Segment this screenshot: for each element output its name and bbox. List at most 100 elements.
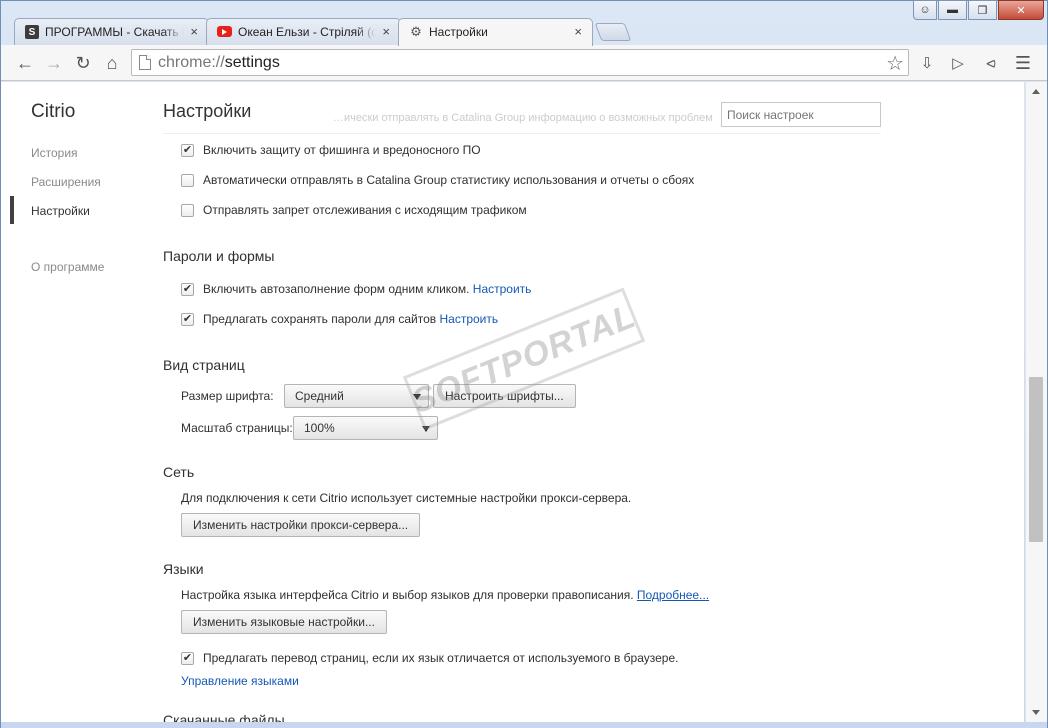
zoom-select[interactable]: 100% bbox=[293, 416, 438, 440]
font-size-select[interactable]: Средний bbox=[284, 384, 429, 408]
search-input[interactable] bbox=[721, 102, 881, 127]
user-profile-button[interactable]: ☺ bbox=[913, 0, 937, 20]
checkbox-label: Включить защиту от фишинга и вредоносног… bbox=[203, 143, 481, 157]
language-settings-button[interactable]: Изменить языковые настройки... bbox=[181, 610, 387, 634]
play-icon: ▷ bbox=[952, 55, 964, 72]
customize-fonts-button[interactable]: Настроить шрифты... bbox=[433, 384, 576, 408]
window-controls: ☺ ▬ ❐ ✕ bbox=[912, 0, 1044, 20]
brand-title: Citrio bbox=[31, 101, 76, 122]
scroll-down-arrow-icon[interactable] bbox=[1032, 710, 1040, 715]
hamburger-menu-icon: ☰ bbox=[1014, 52, 1032, 73]
autofill-row[interactable]: ✔ Включить автозаполнение форм одним кли… bbox=[181, 282, 531, 296]
checkbox-checked[interactable]: ✔ bbox=[181, 651, 194, 665]
scrollbar-thumb[interactable] bbox=[1029, 377, 1043, 542]
header-divider bbox=[163, 133, 881, 134]
checkbox-label: Предлагать сохранять пароли для сайтов Н… bbox=[203, 312, 498, 326]
minimize-icon: ▬ bbox=[947, 4, 958, 16]
close-window-button[interactable]: ✕ bbox=[998, 0, 1044, 20]
maximize-button[interactable]: ❐ bbox=[968, 0, 997, 20]
address-bar[interactable]: chrome://settings ☆ bbox=[131, 49, 909, 76]
arrow-left-icon: ← bbox=[16, 52, 34, 73]
home-button[interactable]: ⌂ bbox=[101, 52, 123, 74]
autofill-label: Включить автозаполнение форм одним клико… bbox=[203, 282, 470, 296]
autofill-settings-link[interactable]: Настроить bbox=[473, 282, 532, 296]
play-button[interactable]: ▷ bbox=[947, 52, 969, 74]
tab-close-icon[interactable]: × bbox=[574, 25, 582, 39]
zoom-value: 100% bbox=[304, 421, 335, 435]
url-text: chrome://settings bbox=[158, 54, 280, 72]
section-heading-passwords: Пароли и формы bbox=[163, 248, 275, 264]
user-icon: ☺ bbox=[919, 4, 931, 16]
save-passwords-label: Предлагать сохранять пароли для сайтов bbox=[203, 312, 437, 326]
zoom-label: Масштаб страницы: bbox=[181, 421, 293, 435]
sidebar-item-about[interactable]: О программе bbox=[31, 260, 104, 274]
offer-translate-row[interactable]: ✔ Предлагать перевод страниц, если их яз… bbox=[181, 651, 679, 665]
font-size-value: Средний bbox=[295, 389, 344, 403]
checkbox-label: Отправлять запрет отслеживания с исходящ… bbox=[203, 203, 527, 217]
settings-main: …ически отправлять в Catalina Group инфо… bbox=[163, 82, 1023, 722]
tab-programs[interactable]: S ПРОГРАММЫ - Скачать бесплатные програм… bbox=[14, 18, 209, 45]
manage-languages-link[interactable]: Управление языками bbox=[181, 674, 299, 688]
s-icon: S bbox=[25, 25, 39, 39]
share-icon: ⪦ bbox=[986, 53, 996, 72]
download-icon: ⇩ bbox=[920, 55, 934, 72]
bookmark-star-icon[interactable]: ☆ bbox=[886, 51, 904, 76]
section-heading-languages: Языки bbox=[163, 561, 204, 577]
minimize-button[interactable]: ▬ bbox=[938, 0, 967, 20]
save-passwords-row[interactable]: ✔ Предлагать сохранять пароли для сайтов… bbox=[181, 312, 498, 326]
youtube-icon bbox=[217, 26, 232, 37]
languages-description: Настройка языка интерфейса Citrio и выбо… bbox=[181, 588, 634, 602]
maximize-icon: ❐ bbox=[977, 4, 988, 17]
checkbox-unchecked[interactable] bbox=[181, 173, 194, 187]
download-button[interactable]: ⇩ bbox=[916, 52, 938, 74]
tab-title: ПРОГРАММЫ - Скачать бесплатные программы bbox=[45, 25, 184, 39]
page-title: Настройки bbox=[163, 101, 252, 121]
reload-icon: ↻ bbox=[75, 52, 91, 73]
url-path: settings bbox=[224, 54, 280, 71]
checkbox-unchecked[interactable] bbox=[181, 203, 194, 217]
network-description: Для подключения к сети Citrio использует… bbox=[181, 491, 632, 505]
page-icon bbox=[139, 55, 151, 70]
toolbar: ← → ↻ ⌂ chrome://settings ☆ ⇩ ▷ ⪦ ☰ bbox=[1, 45, 1047, 81]
reload-button[interactable]: ↻ bbox=[72, 52, 94, 74]
send-statistics-row[interactable]: Автоматически отправлять в Catalina Grou… bbox=[181, 173, 694, 187]
forward-button[interactable]: → bbox=[43, 52, 65, 74]
proxy-settings-button[interactable]: Изменить настройки прокси-сервера... bbox=[181, 513, 421, 537]
scroll-up-arrow-icon[interactable] bbox=[1032, 89, 1040, 94]
checkbox-checked[interactable]: ✔ bbox=[181, 282, 194, 296]
tab-close-icon[interactable]: × bbox=[382, 25, 390, 39]
tab-title: Настройки bbox=[429, 25, 488, 39]
window-bottom-border bbox=[1, 723, 1047, 728]
new-tab-button[interactable] bbox=[594, 23, 632, 41]
url-scheme: chrome:// bbox=[158, 54, 225, 71]
tab-title: Океан Ельзи - Стріляй (official video) bbox=[238, 25, 377, 39]
sidebar-item-settings[interactable]: Настройки bbox=[31, 204, 90, 218]
languages-description-row: Настройка языка интерфейса Citrio и выбо… bbox=[181, 588, 709, 602]
close-icon: ✕ bbox=[1016, 4, 1026, 17]
passwords-settings-link[interactable]: Настроить bbox=[439, 312, 498, 326]
phishing-protection-row[interactable]: ✔ Включить защиту от фишинга и вредоносн… bbox=[181, 143, 481, 157]
back-button[interactable]: ← bbox=[14, 52, 36, 74]
tab-settings[interactable]: ⚙ Настройки × bbox=[398, 18, 593, 46]
sidebar-item-extensions[interactable]: Расширения bbox=[31, 175, 101, 189]
checkbox-label: Автоматически отправлять в Catalina Grou… bbox=[203, 173, 695, 187]
selected-marker bbox=[10, 196, 14, 224]
learn-more-link[interactable]: Подробнее... bbox=[637, 588, 709, 602]
tab-youtube[interactable]: Океан Ельзи - Стріляй (official video) × bbox=[206, 18, 401, 45]
do-not-track-row[interactable]: Отправлять запрет отслеживания с исходящ… bbox=[181, 203, 527, 217]
sidebar: Citrio История Расширения Настройки О пр… bbox=[1, 82, 151, 722]
checkbox-label: Включить автозаполнение форм одним клико… bbox=[203, 282, 531, 296]
font-size-label: Размер шрифта: bbox=[181, 389, 274, 403]
checkbox-checked[interactable]: ✔ bbox=[181, 312, 194, 326]
menu-button[interactable]: ☰ bbox=[1012, 52, 1034, 74]
settings-page: Citrio История Расширения Настройки О пр… bbox=[1, 82, 1024, 722]
section-heading-appearance: Вид страниц bbox=[163, 357, 245, 373]
checkbox-checked[interactable]: ✔ bbox=[181, 143, 194, 157]
vertical-scrollbar[interactable] bbox=[1025, 82, 1047, 722]
share-button[interactable]: ⪦ bbox=[980, 52, 1002, 74]
tab-close-icon[interactable]: × bbox=[190, 25, 198, 39]
tab-strip: S ПРОГРАММЫ - Скачать бесплатные програм… bbox=[14, 18, 714, 46]
arrow-right-icon: → bbox=[45, 52, 63, 73]
checkbox-label: Предлагать перевод страниц, если их язык… bbox=[203, 651, 679, 665]
sidebar-item-history[interactable]: История bbox=[31, 146, 78, 160]
